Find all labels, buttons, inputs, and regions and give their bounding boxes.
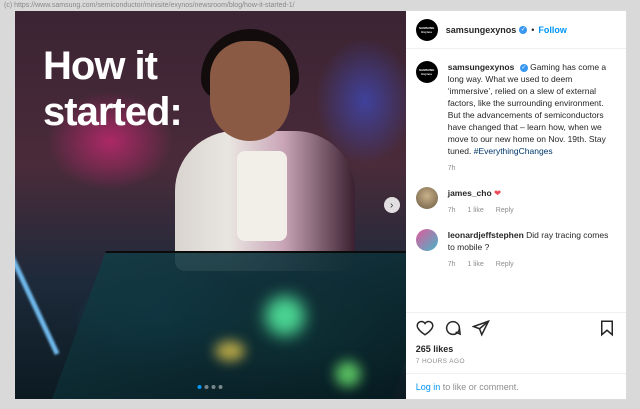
comment-time: 7h xyxy=(447,261,456,268)
comment-item: leonardjeffstephen Did ray tracing comes… xyxy=(415,229,616,271)
comment-username[interactable]: james_cho xyxy=(448,188,492,198)
login-prompt: Log in to like or comment. xyxy=(405,373,626,399)
avatar-text: Exynos xyxy=(421,72,433,76)
comments-list[interactable]: SAMSUNG Exynos samsungexynos ✓ Gaming ha… xyxy=(406,49,626,312)
caption-avatar[interactable]: SAMSUNG Exynos xyxy=(415,61,438,83)
carousel-next-button[interactable]: › xyxy=(383,197,400,213)
person-shirt-decor xyxy=(237,151,287,241)
hashtag-link[interactable]: #EverythingChanges xyxy=(474,146,553,156)
post-sidebar: SAMSUNG Exynos samsungexynos ✓ • Follow … xyxy=(405,11,626,399)
post-image[interactable]: How it started: › xyxy=(15,11,406,399)
commenter-avatar[interactable] xyxy=(415,229,438,251)
follow-button[interactable]: Follow xyxy=(538,25,567,35)
comment-body: james_cho ❤ 7h 1 like Reply xyxy=(448,187,524,217)
post-timestamp: 7 HOURS AGO xyxy=(415,358,465,365)
comment-likes[interactable]: 1 like xyxy=(467,207,483,214)
header-separator: • xyxy=(531,24,535,35)
carousel-dot-active xyxy=(197,385,202,389)
carousel-indicator xyxy=(197,385,223,389)
comment-meta: 7h 1 like Reply xyxy=(448,205,524,217)
comment-meta: 7h 1 like Reply xyxy=(448,259,616,271)
heart-emoji-icon: ❤ xyxy=(494,188,502,198)
carousel-dot xyxy=(218,385,223,389)
carousel-dot xyxy=(211,385,216,389)
source-watermark: (c) https://www.samsung.com/semiconducto… xyxy=(4,2,295,9)
caption-username[interactable]: samsungexynos xyxy=(448,62,515,72)
like-count[interactable]: 265 likes xyxy=(406,342,626,354)
comment-bubble-icon[interactable] xyxy=(444,319,462,337)
avatar-text: Exynos xyxy=(421,29,433,34)
bookmark-icon[interactable] xyxy=(598,319,616,337)
comment-likes[interactable]: 1 like xyxy=(467,261,483,268)
post-actions xyxy=(405,312,626,342)
verified-badge-icon: ✓ xyxy=(519,25,528,34)
image-overlay-title: How it started: xyxy=(43,43,183,135)
post-header: SAMSUNG Exynos samsungexynos ✓ • Follow xyxy=(405,11,626,49)
pinball-light-decor xyxy=(215,341,245,361)
comment-username[interactable]: leonardjeffstephen xyxy=(448,230,524,240)
paper-plane-icon[interactable] xyxy=(471,319,490,337)
overlay-title-line-1: How it xyxy=(43,44,158,88)
login-suffix: to like or comment. xyxy=(440,381,519,392)
pinball-light-decor xyxy=(265,296,305,336)
overlay-title-line-2: started: xyxy=(43,90,183,134)
carousel-dot xyxy=(204,385,209,389)
caption-text: Gaming has come a long way. What we used… xyxy=(447,62,607,156)
person-face-decor xyxy=(210,41,290,141)
pinball-light-decor xyxy=(335,361,361,387)
header-username[interactable]: samsungexynos xyxy=(446,25,517,35)
comment-body: leonardjeffstephen Did ray tracing comes… xyxy=(448,229,616,271)
comment-time: 7h xyxy=(447,207,456,214)
caption: SAMSUNG Exynos samsungexynos ✓ Gaming ha… xyxy=(415,61,616,175)
comment-reply-button[interactable]: Reply xyxy=(496,261,514,268)
profile-avatar[interactable]: SAMSUNG Exynos xyxy=(415,18,438,41)
chevron-right-icon: › xyxy=(390,199,394,211)
comment-item: james_cho ❤ 7h 1 like Reply xyxy=(415,187,616,217)
login-link[interactable]: Log in xyxy=(416,382,441,392)
caption-time: 7h xyxy=(447,165,456,172)
caption-body: samsungexynos ✓ Gaming has come a long w… xyxy=(448,61,616,175)
post-modal: How it started: › SAMSUNG Exynos samsung… xyxy=(14,10,627,400)
heart-outline-icon[interactable] xyxy=(416,319,434,337)
caption-meta: 7h xyxy=(448,163,616,175)
commenter-avatar[interactable] xyxy=(415,187,438,209)
comment-reply-button[interactable]: Reply xyxy=(496,207,514,214)
neon-light-decor xyxy=(15,216,60,356)
verified-badge-icon: ✓ xyxy=(519,63,528,72)
